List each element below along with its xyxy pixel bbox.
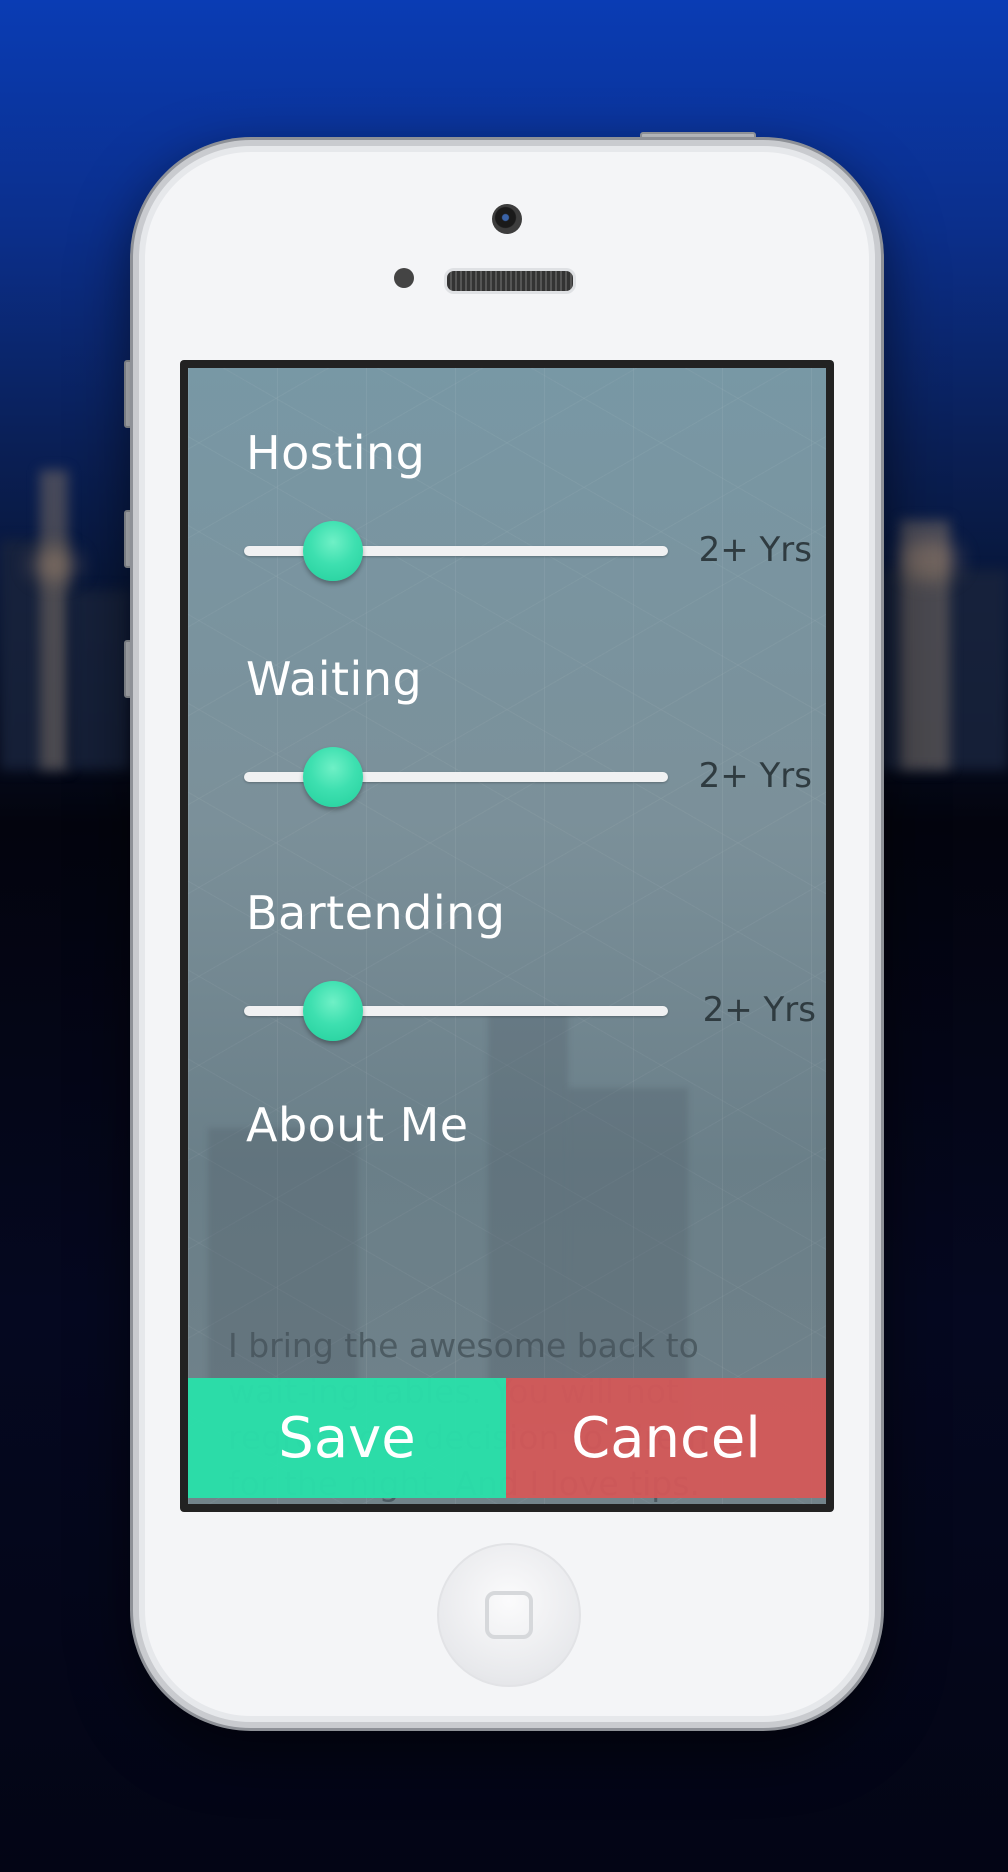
bartending-value: 2+ Yrs xyxy=(702,990,816,1030)
sensor-icon xyxy=(394,268,414,288)
camera-icon xyxy=(492,204,522,234)
waiting-slider[interactable] xyxy=(244,747,668,807)
phone-screen: Hosting 2+ Yrs Waiting 2+ Yrs Bartending… xyxy=(180,360,834,1512)
waiting-label: Waiting xyxy=(246,652,423,706)
waiting-value: 2+ Yrs xyxy=(698,756,812,796)
hosting-label: Hosting xyxy=(246,426,426,480)
hosting-slider[interactable] xyxy=(244,521,668,581)
save-button[interactable]: Save xyxy=(188,1378,506,1498)
speaker-grille xyxy=(444,268,576,294)
home-button[interactable] xyxy=(437,1543,581,1687)
hosting-value: 2+ Yrs xyxy=(698,530,812,570)
home-square-icon xyxy=(485,1591,533,1639)
bartending-label: Bartending xyxy=(246,886,506,940)
bartending-slider-thumb[interactable] xyxy=(303,981,363,1041)
about-me-label: About Me xyxy=(246,1098,469,1152)
cancel-button[interactable]: Cancel xyxy=(506,1378,826,1498)
hosting-slider-thumb[interactable] xyxy=(303,521,363,581)
waiting-slider-thumb[interactable] xyxy=(303,747,363,807)
bartending-slider[interactable] xyxy=(244,981,668,1041)
profile-experience-panel: Hosting 2+ Yrs Waiting 2+ Yrs Bartending… xyxy=(188,368,826,1504)
